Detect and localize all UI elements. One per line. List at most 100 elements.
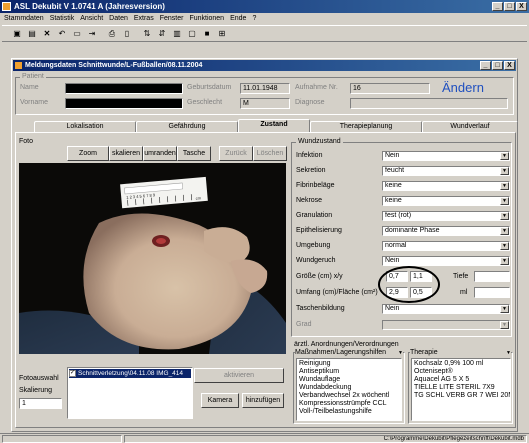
- sekretion-select[interactable]: feucht ▼: [382, 166, 510, 176]
- aktivieren-button[interactable]: aktivieren: [194, 368, 284, 383]
- status-path: C:\Programme\Dekubit\Pflegezeitschrift\D…: [383, 436, 524, 442]
- child-window-title: Meldungsdaten Schnittwunde/L-Fußballen/0…: [25, 62, 203, 69]
- granulation-select[interactable]: fest (rot) ▼: [382, 211, 510, 221]
- list-item[interactable]: Wundabdeckung: [299, 384, 399, 392]
- disk-icon[interactable]: ▤: [25, 27, 39, 40]
- exit-icon[interactable]: ⇥: [85, 27, 99, 40]
- menu-stammdaten[interactable]: Stammdaten: [4, 13, 44, 24]
- menu-funktionen[interactable]: Funktionen: [189, 13, 224, 24]
- umgebung-select[interactable]: normal ▼: [382, 241, 510, 251]
- list-item[interactable]: Octenisept®: [414, 368, 508, 376]
- undo-icon[interactable]: ↶: [55, 27, 69, 40]
- chevron-down-icon[interactable]: ▼: [500, 182, 509, 190]
- filter-icon[interactable]: ▥: [170, 27, 184, 40]
- zoom-button[interactable]: Zoom: [67, 146, 109, 161]
- open-icon[interactable]: ▭: [70, 27, 84, 40]
- tab-gefaehrdung[interactable]: Gefährdung: [136, 121, 238, 132]
- chevron-down-icon[interactable]: ▼: [500, 242, 509, 250]
- list-item[interactable]: TG SCHL VERB GR 7 WEI 20M: [414, 392, 510, 400]
- close-button[interactable]: X: [516, 2, 527, 11]
- wundgeruch-select[interactable]: Nein ▼: [382, 256, 510, 266]
- child-close-button[interactable]: X: [504, 61, 515, 70]
- taschenbildung-select[interactable]: Nein ▼: [382, 304, 510, 314]
- chevron-down-icon[interactable]: ▼: [398, 350, 403, 356]
- sort-asc-icon[interactable]: ⇅: [140, 27, 154, 40]
- wundgeruch-value: Nein: [385, 257, 400, 264]
- infektion-value: Nein: [385, 152, 400, 159]
- tasche-button[interactable]: Tasche: [177, 146, 211, 161]
- skalieren-button[interactable]: skalieren: [109, 146, 143, 161]
- zurueck-button[interactable]: Zurück: [219, 146, 253, 161]
- list-item[interactable]: Antiseptikum: [299, 368, 399, 376]
- aendern-link[interactable]: Ändern: [442, 80, 484, 95]
- list-item[interactable]: Kochsalz 0,9% 100 ml: [414, 360, 508, 368]
- massnahmen-list[interactable]: Reinigung Antiseptikum Wundauflage Wunda…: [296, 358, 402, 421]
- restore-button[interactable]: □: [504, 2, 515, 11]
- sort-desc-icon[interactable]: ⇵: [155, 27, 169, 40]
- child-restore-button[interactable]: □: [492, 61, 503, 70]
- app-title-bar[interactable]: ASL Dekubit V 1.0741 A (Jahresversion) _…: [0, 0, 529, 13]
- print-icon[interactable]: ⎙: [105, 27, 119, 40]
- tab-therapieplanung[interactable]: Therapieplanung: [310, 121, 422, 132]
- epithelisierung-select[interactable]: dominante Phase ▼: [382, 226, 510, 236]
- therapie-header[interactable]: Therapie ▼: [410, 348, 511, 357]
- tab-zustand[interactable]: Zustand: [238, 119, 310, 132]
- geburtsdatum-field: 11.01.1948: [240, 83, 290, 94]
- menu-statistik[interactable]: Statistik: [50, 13, 75, 24]
- chevron-down-icon[interactable]: ▼: [500, 257, 509, 265]
- menu-ansicht[interactable]: Ansicht: [80, 13, 103, 24]
- foto-list-item[interactable]: ✓ Schnittverletzung\04.11.08 IMG_414: [69, 369, 191, 378]
- print-preview-icon[interactable]: ▯: [120, 27, 134, 40]
- tab-wundverlauf[interactable]: Wundverlauf: [422, 121, 518, 132]
- menu-bar: Stammdaten Statistik Ansicht Daten Extra…: [0, 13, 529, 24]
- tiefe-input[interactable]: [474, 271, 510, 282]
- loeschen-button[interactable]: Löschen: [253, 146, 287, 161]
- massnahmen-header[interactable]: Maßnahmen/Lagerungshilfen ▼: [295, 348, 403, 357]
- foto-list[interactable]: ✓ Schnittverletzung\04.11.08 IMG_414: [67, 367, 193, 419]
- window-icon[interactable]: ▢: [185, 27, 199, 40]
- list-item[interactable]: Verbandwechsel 2x wöchentl: [299, 392, 399, 400]
- child-minimize-button[interactable]: _: [480, 61, 491, 70]
- umranden-button[interactable]: umranden: [143, 146, 177, 161]
- window-icon[interactable]: ■: [200, 27, 214, 40]
- tile-icon[interactable]: ⊞: [215, 27, 229, 40]
- fibrinbelaege-select[interactable]: keine ▼: [382, 181, 510, 191]
- chevron-down-icon[interactable]: ▼: [500, 152, 509, 160]
- list-item[interactable]: Voll-/Teilbelastungshilfe: [299, 408, 399, 416]
- list-item[interactable]: TIELLE LITE STERIL 7X9: [414, 384, 508, 392]
- skalierung-input[interactable]: 1: [19, 398, 62, 409]
- infektion-select[interactable]: Nein ▼: [382, 151, 510, 161]
- umfang-label: Umfang (cm)/Fläche (cm²): [296, 289, 378, 296]
- chevron-down-icon[interactable]: ▼: [506, 350, 511, 356]
- chevron-down-icon[interactable]: ▼: [500, 197, 509, 205]
- menu-ende[interactable]: Ende: [230, 13, 246, 24]
- save-icon[interactable]: ▣: [10, 27, 24, 40]
- delete-icon[interactable]: ✕: [40, 27, 54, 40]
- list-item[interactable]: Aquacel AG 5 X 5: [414, 376, 508, 384]
- child-title-bar[interactable]: Meldungsdaten Schnittwunde/L-Fußballen/0…: [13, 60, 516, 71]
- menu-extras[interactable]: Extras: [134, 13, 154, 24]
- checkbox-icon[interactable]: ✓: [69, 370, 76, 377]
- menu-daten[interactable]: Daten: [109, 13, 128, 24]
- chevron-down-icon[interactable]: ▼: [500, 227, 509, 235]
- menu-help[interactable]: ?: [252, 13, 256, 24]
- therapie-list[interactable]: Kochsalz 0,9% 100 ml Octenisept® Aquacel…: [411, 358, 511, 421]
- chevron-down-icon[interactable]: ▼: [500, 167, 509, 175]
- hinzufuegen-button[interactable]: hinzufügen: [242, 393, 284, 408]
- umgebung-value: normal: [385, 242, 407, 249]
- fibrinbelaege-value: keine: [385, 182, 402, 189]
- chevron-down-icon[interactable]: ▼: [500, 212, 509, 220]
- ml-input[interactable]: [474, 287, 510, 298]
- tab-lokalisation[interactable]: Lokalisation: [34, 121, 136, 132]
- chevron-down-icon[interactable]: ▼: [500, 305, 509, 313]
- nekrose-select[interactable]: keine ▼: [382, 196, 510, 206]
- list-item[interactable]: Wundauflage: [299, 376, 399, 384]
- wound-photo[interactable]: 1 2 3 4 5 6 7 8 9 cm: [19, 163, 286, 354]
- list-item[interactable]: Kompressionsstrümpfe CCL: [299, 400, 399, 408]
- kamera-button[interactable]: Kamera: [201, 393, 239, 408]
- grad-select[interactable]: ▼: [382, 320, 510, 330]
- chevron-down-icon[interactable]: ▼: [500, 321, 509, 329]
- list-item[interactable]: Reinigung: [299, 360, 399, 368]
- menu-fenster[interactable]: Fenster: [160, 13, 184, 24]
- minimize-button[interactable]: _: [492, 2, 503, 11]
